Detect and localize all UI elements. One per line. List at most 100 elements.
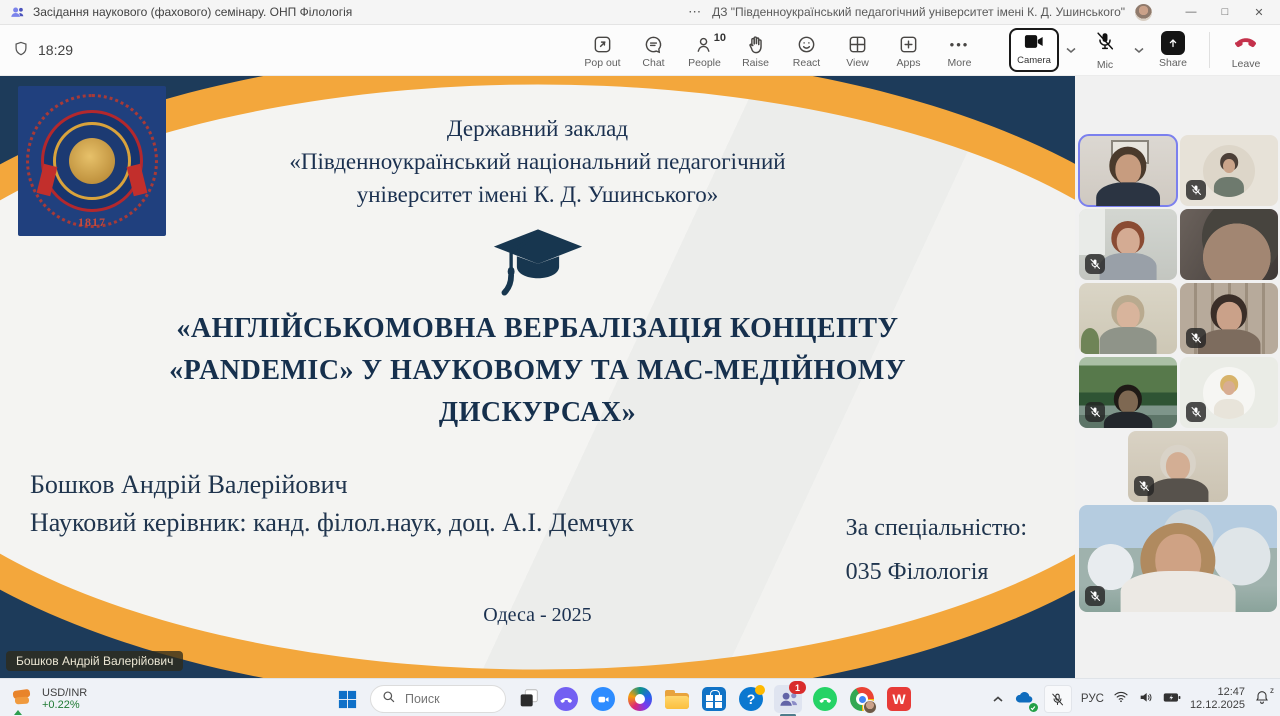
shared-content-stage: 1817 Державний заклад «Південноукраїнськ… [0, 76, 1075, 678]
teams-icon[interactable]: 1 [774, 685, 802, 713]
widgets-button[interactable]: USD/INR +0.22% [10, 687, 87, 711]
widget-currency-pair: USD/INR [42, 687, 87, 699]
zoom-icon[interactable] [589, 685, 617, 713]
meeting-toolbar: 18:29 Pop out Chat 10 People Raise [0, 25, 1280, 76]
participant-tile[interactable] [1128, 431, 1228, 502]
chrome-profile-avatar [863, 700, 877, 714]
notification-badge: 1 [789, 681, 806, 694]
participant-tile[interactable] [1079, 505, 1277, 612]
popout-icon [592, 34, 613, 55]
search-input[interactable] [403, 691, 497, 707]
bell-icon[interactable]: z [1254, 689, 1270, 710]
camera-button[interactable]: Camera [1009, 28, 1059, 72]
mic-chevron-down-icon[interactable] [1133, 46, 1145, 54]
meeting-name: ДЗ "Південноукраїнський педагогічний уні… [712, 5, 1125, 19]
wps-icon[interactable]: W [885, 685, 913, 713]
mic-off-badge-icon [1186, 328, 1206, 348]
participant-tile[interactable] [1180, 283, 1278, 354]
teams-meeting-window: Засідання наукового (фахового) семінару.… [0, 0, 1280, 716]
ms-store-icon[interactable] [700, 685, 728, 713]
tab-title: Засідання наукового (фахового) семінару.… [33, 5, 352, 19]
participant-tile[interactable] [1079, 283, 1177, 354]
people-icon [694, 34, 715, 55]
avatar[interactable] [1135, 4, 1152, 21]
viber-icon[interactable] [552, 685, 580, 713]
share-icon [1161, 31, 1185, 55]
more-button[interactable]: ••• More [936, 30, 983, 71]
mic-muted-icon [1094, 30, 1116, 57]
camera-icon [1024, 34, 1044, 54]
taskbar-search[interactable] [370, 685, 506, 713]
tray-mic-icon[interactable] [1044, 685, 1072, 713]
chrome-icon[interactable] [848, 685, 876, 713]
task-view-button[interactable] [515, 685, 543, 713]
mic-off-badge-icon [1186, 180, 1206, 200]
view-icon [847, 34, 868, 55]
chat-icon [643, 34, 664, 55]
raise-hand-button[interactable]: Raise [732, 30, 779, 71]
mic-off-badge-icon [1186, 402, 1206, 422]
graduation-cap-icon [490, 224, 586, 303]
tray-chevron-icon[interactable] [992, 690, 1004, 708]
mic-off-badge-icon [1085, 402, 1105, 422]
minimize-button[interactable]: — [1174, 1, 1208, 24]
presentation-slide: 1817 Державний заклад «Південноукраїнськ… [0, 76, 1075, 678]
chat-button[interactable]: Chat [630, 30, 677, 71]
onedrive-icon[interactable] [1013, 688, 1035, 710]
taskbar-clock[interactable]: 12:47 12.12.2025 [1190, 686, 1245, 712]
participant-tile[interactable] [1180, 357, 1278, 428]
raise-hand-icon [745, 34, 766, 55]
supervisor-line: Науковий керівник: канд. філол.наук, доц… [30, 504, 634, 542]
start-button[interactable] [333, 685, 361, 713]
participant-tile[interactable] [1079, 135, 1177, 206]
share-button[interactable]: Share [1151, 31, 1195, 69]
mic-button[interactable]: Mic [1083, 30, 1127, 71]
camera-chevron-down-icon[interactable] [1065, 46, 1077, 54]
participant-tile[interactable] [1180, 135, 1278, 206]
people-button[interactable]: 10 People [681, 30, 728, 71]
react-button[interactable]: React [783, 30, 830, 71]
meeting-timer: 18:29 [38, 42, 73, 58]
copilot-icon[interactable] [626, 685, 654, 713]
windows-taskbar: USD/INR +0.22% [0, 678, 1280, 716]
participant-tile[interactable] [1180, 209, 1278, 280]
get-help-icon[interactable]: ? [737, 685, 765, 713]
participants-sidebar [1075, 76, 1280, 678]
emblem-year: 1817 [18, 215, 166, 230]
author-name: Бошков Андрій Валерійович [30, 466, 634, 504]
more-icon: ••• [950, 34, 970, 55]
shield-icon [12, 40, 30, 61]
battery-icon[interactable] [1163, 690, 1181, 708]
mic-off-badge-icon [1134, 476, 1154, 496]
leave-button[interactable]: Leave [1224, 31, 1268, 70]
window-titlebar: Засідання наукового (фахового) семінару.… [0, 0, 1280, 25]
time: 12:47 [1217, 686, 1245, 698]
popout-button[interactable]: Pop out [579, 30, 626, 71]
close-button[interactable]: ✕ [1242, 1, 1276, 24]
titlebar-more-icon[interactable]: ⋯ [688, 4, 702, 20]
file-explorer-icon[interactable] [663, 685, 691, 713]
toolbar-divider [1209, 32, 1210, 68]
maximize-button[interactable]: □ [1208, 1, 1242, 24]
date: 12.12.2025 [1190, 699, 1245, 711]
teams-logo-icon [10, 5, 25, 20]
widget-change: +0.22% [42, 699, 87, 711]
wifi-icon[interactable] [1113, 690, 1129, 708]
react-icon [796, 34, 817, 55]
organization-header: Державний заклад «Південноукраїнський на… [0, 112, 1075, 211]
people-count-badge: 10 [714, 32, 726, 44]
slide-footer: Одеса - 2025 [0, 604, 1075, 627]
apps-button[interactable]: Apps [885, 30, 932, 71]
participant-tile[interactable] [1079, 357, 1177, 428]
leave-icon [1233, 31, 1259, 56]
specialty-block: За спеціальністю: 035 Філологія [846, 506, 1027, 594]
apps-icon [898, 34, 919, 55]
volume-icon[interactable] [1138, 690, 1154, 709]
whatsapp-icon[interactable] [811, 685, 839, 713]
author-block: Бошков Андрій Валерійович Науковий керів… [30, 466, 634, 542]
mic-off-badge-icon [1085, 586, 1105, 606]
participant-tile[interactable] [1079, 209, 1177, 280]
language-indicator[interactable]: РУС [1081, 693, 1104, 705]
widgets-icon [10, 687, 34, 711]
view-button[interactable]: View [834, 30, 881, 71]
